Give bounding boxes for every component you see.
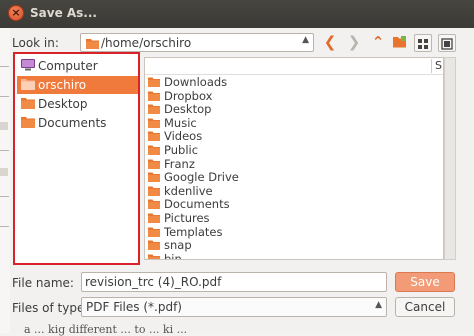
close-icon: ×	[11, 6, 21, 19]
title-bar[interactable]: × Save As...	[0, 0, 474, 28]
folder-icon	[86, 39, 99, 49]
file-list-item-label: Videos	[164, 129, 203, 144]
list-view-icon	[441, 38, 453, 50]
cancel-button[interactable]: Cancel	[395, 297, 455, 317]
folder-icon	[148, 240, 160, 251]
folder-icon	[148, 172, 160, 183]
file-name-label: File name:	[12, 276, 74, 290]
file-list-item-label: Pictures	[164, 211, 210, 225]
look-in-label: Look in:	[12, 36, 59, 50]
size-column-header[interactable]: S	[435, 59, 442, 72]
folder-icon	[21, 117, 35, 128]
close-button[interactable]: ×	[8, 5, 24, 21]
background-text-line	[0, 150, 9, 151]
updown-arrows-icon: ▲	[375, 300, 382, 310]
folder-icon	[148, 131, 160, 142]
file-name-input[interactable]	[81, 272, 387, 292]
file-list-item-label: Desktop	[164, 102, 212, 117]
folder-icon	[148, 254, 160, 259]
file-list-item-label: snap	[164, 238, 192, 253]
new-folder-button[interactable]	[390, 32, 410, 52]
file-type-label: Files of type:	[12, 301, 89, 315]
folder-icon	[21, 98, 35, 109]
background-text-line	[0, 96, 9, 97]
file-type-select[interactable]: PDF Files (*.pdf) ▲	[81, 297, 387, 317]
file-list-item-label: Music	[164, 115, 197, 130]
folder-icon	[148, 186, 160, 196]
folder-icon	[148, 77, 160, 87]
chevron-up-icon: ⌃	[371, 33, 385, 51]
updown-arrows-icon: ▲	[302, 35, 309, 45]
file-list-item-label: Public	[164, 143, 199, 157]
folder-icon	[148, 227, 160, 237]
file-list-item-label: Google Drive	[164, 170, 239, 185]
list-view-button[interactable]	[438, 34, 456, 52]
chevron-left-icon: ❮	[323, 33, 337, 51]
vertical-scrollbar[interactable]	[444, 57, 456, 260]
file-type-value: PDF Files (*.pdf)	[86, 300, 182, 314]
new-folder-icon	[393, 36, 406, 48]
folder-icon	[148, 199, 160, 210]
save-button[interactable]: Save	[395, 272, 455, 292]
current-path: /home/orschiro	[101, 36, 192, 50]
computer-icon	[21, 59, 35, 71]
file-list-item-label: Templates	[164, 224, 223, 239]
column-separator[interactable]	[431, 59, 432, 73]
sidebar-item-computer[interactable]: Computer	[17, 57, 138, 75]
file-list-item-label: Dropbox	[164, 88, 213, 103]
places-sidebar: Computer orschiro Desktop Documents	[13, 52, 140, 265]
folder-icon	[148, 118, 160, 128]
forward-button[interactable]: ❯	[344, 32, 364, 52]
back-button[interactable]: ❮	[320, 32, 340, 52]
sidebar-item-label: orschiro	[38, 78, 87, 92]
window-title: Save As...	[30, 6, 97, 20]
chevron-right-icon: ❯	[347, 33, 361, 51]
background-text-line	[0, 226, 9, 227]
folder-icon	[148, 91, 160, 101]
file-list-item-label: kdenlive	[164, 183, 213, 198]
parent-directory-button[interactable]: ⌃	[368, 32, 388, 52]
background-window-strip	[0, 0, 10, 333]
file-list-item-label: Documents	[164, 197, 230, 212]
sidebar-item-desktop[interactable]: Desktop	[17, 95, 138, 113]
file-list-item-label: Franz	[164, 156, 195, 171]
background-text-mark	[0, 168, 8, 176]
file-list-item-label: Downloads	[164, 75, 228, 89]
look-in-combobox[interactable]: /home/orschiro ▲	[80, 33, 314, 52]
sidebar-item-label: Documents	[38, 116, 107, 130]
list-header: S	[145, 58, 443, 75]
sidebar-item-orschiro[interactable]: orschiro	[17, 76, 138, 94]
folder-icon	[148, 159, 160, 169]
folder-icon	[148, 213, 160, 223]
file-list-item-label: bin	[164, 251, 182, 260]
sidebar-item-documents[interactable]: Documents	[17, 114, 138, 132]
background-document-text: a ... kig different ... to ... ki ...	[24, 323, 188, 336]
detail-view-button[interactable]	[414, 34, 432, 52]
detail-view-icon	[418, 39, 428, 49]
background-text-line	[0, 66, 9, 67]
file-list[interactable]: S Downloads Dropbox Desktop Music Videos Publ…	[144, 57, 444, 260]
home-folder-icon	[21, 79, 35, 90]
sidebar-item-label: Computer	[38, 59, 98, 73]
background-text-line	[0, 196, 9, 197]
background-text-mark	[0, 122, 8, 130]
sidebar-item-label: Desktop	[38, 97, 88, 111]
folder-icon	[148, 104, 160, 115]
folder-icon	[148, 145, 160, 155]
